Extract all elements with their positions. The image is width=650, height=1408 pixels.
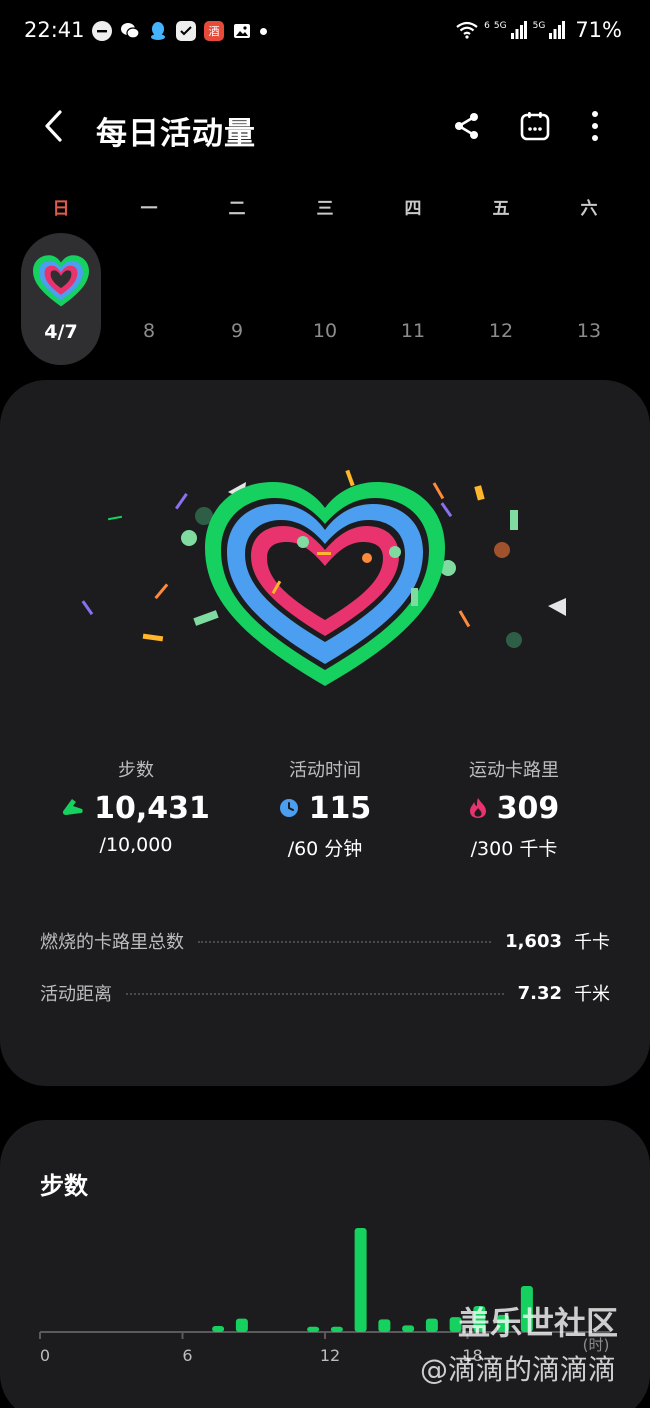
signal-icon-1 xyxy=(510,21,527,39)
steps-bar[interactable] xyxy=(354,1228,367,1332)
calendar-button[interactable] xyxy=(515,106,555,146)
sim1-label: 5G xyxy=(493,21,507,31)
date-label: 9 xyxy=(230,320,244,342)
flame-icon xyxy=(469,798,486,818)
steps-bar[interactable] xyxy=(212,1326,225,1332)
chevron-left-icon xyxy=(45,110,62,142)
system-icons: 6 5G 5G 71% xyxy=(456,18,622,42)
signal-icon-2 xyxy=(549,21,566,39)
day-col-fri[interactable]: 五 12 xyxy=(461,192,541,342)
day-col-thu[interactable]: 四 11 xyxy=(373,192,453,342)
day-col-sun[interactable]: 日 xyxy=(21,192,101,226)
steps-bar[interactable] xyxy=(425,1318,438,1332)
watermark-handle: @滴滴的滴滴滴 xyxy=(420,1353,617,1386)
dotted-leader xyxy=(126,993,504,995)
detail-label: 活动距离 xyxy=(40,984,112,1005)
distance-row[interactable]: 活动距离 7.32 千米 xyxy=(40,978,610,1008)
day-col-wed[interactable]: 三 10 xyxy=(285,192,365,342)
weekday-label: 日 xyxy=(52,199,70,219)
detail-label: 燃烧的卡路里总数 xyxy=(40,932,184,953)
wifi-icon xyxy=(456,21,478,39)
active-time-metric[interactable]: 活动时间 115 /60 分钟 xyxy=(225,756,425,861)
calendar-icon xyxy=(520,112,550,141)
metric-label: 活动时间 xyxy=(289,760,361,781)
week-strip: 日 一 8 二 9 三 10 四 11 五 12 六 13 xyxy=(0,192,650,372)
more-vert-icon xyxy=(592,111,598,141)
share-button[interactable] xyxy=(447,106,487,146)
battery-level: 71% xyxy=(575,18,622,42)
page-title: 每日活动量 xyxy=(96,116,256,152)
total-calories-value: 1,603 xyxy=(505,930,562,952)
weekday-label: 二 xyxy=(228,199,246,219)
steps-goal: /10,000 xyxy=(99,834,173,856)
app-header: 每日活动量 xyxy=(0,92,650,164)
date-label: 8 xyxy=(142,320,156,342)
steps-value: 10,431 xyxy=(94,790,210,826)
calories-value: 309 xyxy=(496,790,560,826)
x-tick-label: 0 xyxy=(40,1346,50,1365)
weekday-label: 五 xyxy=(492,199,510,219)
steps-bar[interactable] xyxy=(402,1325,415,1332)
weekday-label: 四 xyxy=(404,199,422,219)
active-time-goal: /60 分钟 xyxy=(287,838,363,860)
more-dot-icon xyxy=(260,27,267,35)
clock: 22:41 xyxy=(24,18,85,42)
day-col-tue[interactable]: 二 9 xyxy=(197,192,277,342)
metric-label: 运动卡路里 xyxy=(469,760,559,781)
date-label: 13 xyxy=(576,320,602,342)
gallery-icon xyxy=(232,21,252,41)
detail-unit: 千米 xyxy=(574,984,610,1005)
wifi-label: 6 xyxy=(484,21,490,31)
watermark-title: 盖乐世社区 xyxy=(458,1304,619,1342)
status-bar: 22:41 酒 6 5G 5G 71% xyxy=(0,0,650,64)
activity-rings-heart xyxy=(81,469,566,686)
notification-icons: 酒 xyxy=(92,20,267,42)
weekday-label: 一 xyxy=(140,199,158,219)
steps-metric[interactable]: 步数 10,431 /10,000 xyxy=(36,756,236,856)
date-label: 11 xyxy=(400,320,426,342)
activity-summary-card: 步数 10,431 /10,000 活动时间 115 /60 分钟 运动卡路里 … xyxy=(0,380,650,1086)
date-label: 12 xyxy=(488,320,514,342)
detail-unit: 千卡 xyxy=(574,932,610,953)
wechat-icon xyxy=(120,21,140,41)
date-label: 10 xyxy=(312,320,338,342)
x-tick-label: 6 xyxy=(182,1346,192,1365)
weekday-label: 六 xyxy=(580,199,598,219)
sim2-label: 5G xyxy=(532,21,546,31)
qq-icon xyxy=(148,21,168,41)
more-options-button[interactable] xyxy=(575,106,615,146)
back-button[interactable] xyxy=(34,106,74,146)
steps-bar[interactable] xyxy=(307,1326,320,1332)
dotted-leader xyxy=(198,941,492,943)
day-col-mon[interactable]: 一 8 xyxy=(109,192,189,342)
share-icon xyxy=(455,113,478,139)
mini-heart-rings-icon xyxy=(33,255,89,307)
day-col-sat[interactable]: 六 13 xyxy=(549,192,629,342)
active-time-value: 115 xyxy=(308,790,372,826)
steps-bar[interactable] xyxy=(235,1318,248,1332)
steps-bar[interactable] xyxy=(378,1319,391,1332)
metric-label: 步数 xyxy=(118,760,154,781)
steps-bar[interactable] xyxy=(330,1326,343,1332)
calories-metric[interactable]: 运动卡路里 309 /300 千卡 xyxy=(414,756,614,861)
checklist-icon xyxy=(176,21,196,41)
shoe-icon xyxy=(63,799,83,815)
rings-heart xyxy=(205,482,445,686)
x-tick-label: 12 xyxy=(320,1346,340,1365)
total-calories-row[interactable]: 燃烧的卡路里总数 1,603 千卡 xyxy=(40,926,610,956)
selected-date-label: 4/7 xyxy=(44,321,78,343)
weekday-label: 三 xyxy=(316,199,334,219)
app-badge-icon: 酒 xyxy=(204,21,224,41)
distance-value: 7.32 xyxy=(517,982,562,1004)
clock-icon xyxy=(279,799,298,817)
calories-goal: /300 千卡 xyxy=(470,838,558,860)
dnd-icon xyxy=(92,21,112,41)
